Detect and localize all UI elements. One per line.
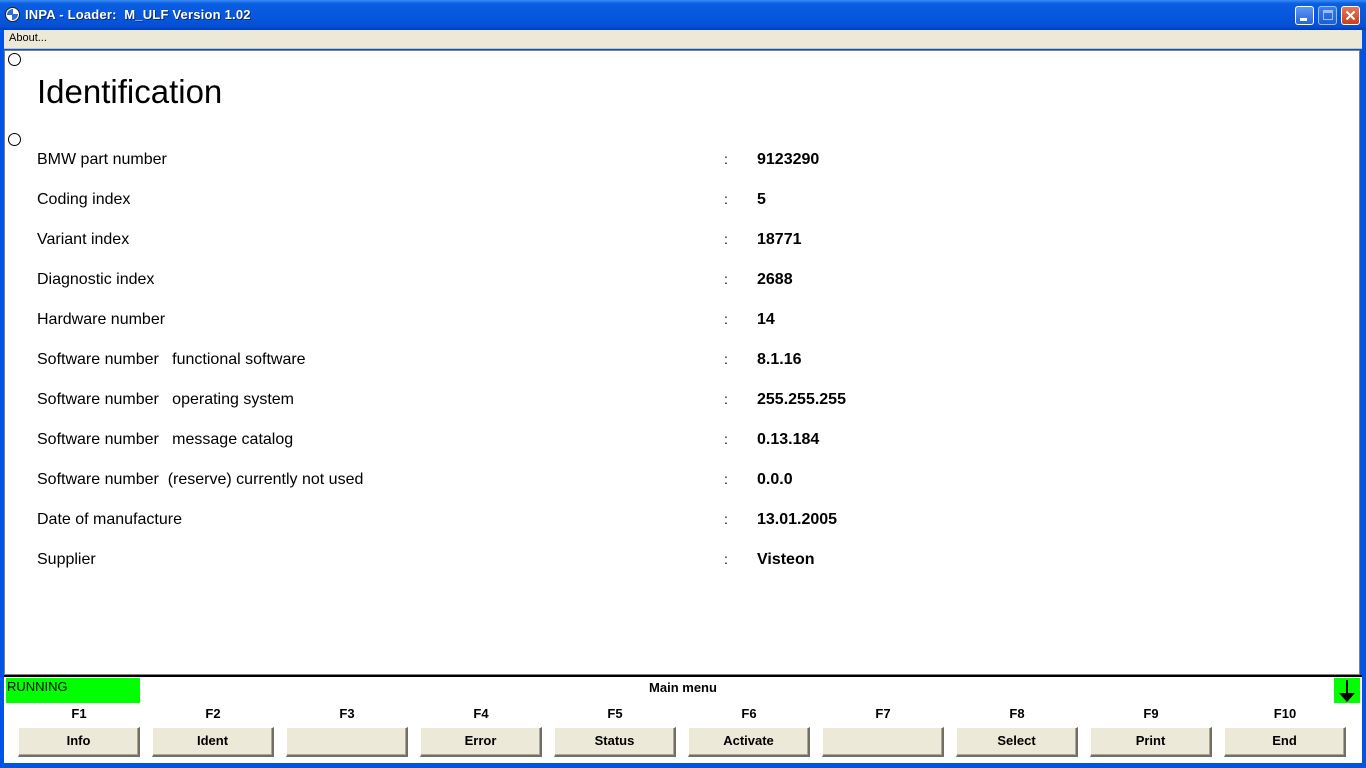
function-key-label: F2 bbox=[205, 706, 221, 721]
ident-label: Diagnostic index bbox=[37, 271, 155, 288]
close-icon bbox=[1345, 10, 1356, 21]
ident-value: 0.0.0 bbox=[757, 471, 793, 488]
ident-row: Coding index: 5 bbox=[5, 191, 1355, 215]
function-key-button-f3[interactable] bbox=[286, 727, 408, 757]
ident-row: Date of manufacture: 13.01.2005 bbox=[5, 511, 1355, 535]
ident-row: Software number (reserve) currently not … bbox=[5, 471, 1355, 495]
function-key-f2: F2 Ident bbox=[152, 703, 274, 761]
ident-row: Diagnostic index: 2688 bbox=[5, 271, 1355, 295]
ident-value: 2688 bbox=[757, 271, 793, 288]
ident-label: Software number message catalog bbox=[37, 431, 294, 448]
ident-row: Variant index: 18771 bbox=[5, 231, 1355, 255]
ident-label: Date of manufacture bbox=[37, 511, 182, 528]
ident-row: Software number operating system: 255.255… bbox=[5, 391, 1355, 415]
function-key-f8: F8 Select bbox=[956, 703, 1078, 761]
maximize-button[interactable] bbox=[1318, 6, 1337, 25]
ident-label: Software number operating system bbox=[37, 391, 295, 408]
ident-row: Software number message catalog: 0.13.184 bbox=[5, 431, 1355, 455]
function-key-f6: F6 Activate bbox=[688, 703, 810, 761]
bmw-logo-icon[interactable] bbox=[5, 7, 20, 22]
ident-label: Hardware number bbox=[37, 311, 166, 328]
title-bar[interactable]: INPA - Loader: M_ULF Version 1.02 bbox=[0, 0, 1366, 30]
ident-row: Hardware number: 14 bbox=[5, 311, 1355, 335]
function-key-button-f9[interactable]: Print bbox=[1090, 727, 1212, 757]
ident-value: 18771 bbox=[757, 231, 802, 248]
ident-row: Supplier: Visteon bbox=[5, 551, 1355, 575]
function-key-f4: F4 Error bbox=[420, 703, 542, 761]
ident-label: Coding index bbox=[37, 191, 131, 208]
ident-value: 255.255.255 bbox=[757, 391, 846, 408]
ident-separator: : bbox=[724, 231, 728, 247]
ident-separator: : bbox=[724, 431, 728, 447]
ident-label: Software number functional software bbox=[37, 351, 306, 368]
page-title: Identification bbox=[37, 73, 223, 110]
function-key-button-f5[interactable]: Status bbox=[554, 727, 676, 757]
function-key-label: F10 bbox=[1273, 706, 1297, 721]
ident-value: 13.01.2005 bbox=[757, 511, 838, 528]
menu-about[interactable]: About... bbox=[9, 32, 47, 44]
function-key-label: F4 bbox=[473, 706, 489, 721]
ident-value: 0.13.184 bbox=[757, 431, 820, 448]
function-key-button-f10[interactable]: End bbox=[1224, 727, 1346, 757]
ident-separator: : bbox=[724, 471, 728, 487]
function-key-f5: F5 Status bbox=[554, 703, 676, 761]
function-key-f7: F7 bbox=[822, 703, 944, 761]
function-key-label: F8 bbox=[1009, 706, 1025, 721]
function-key-button-f4[interactable]: Error bbox=[420, 727, 542, 757]
ident-value: 5 bbox=[757, 191, 766, 208]
function-key-label: F9 bbox=[1143, 706, 1159, 721]
arrow-down-icon bbox=[1339, 680, 1355, 702]
app-window: INPA - Loader: M_ULF Version 1.02 About.… bbox=[0, 0, 1366, 768]
ident-row: Software number functional software: 8.1.… bbox=[5, 351, 1355, 375]
ident-value: 9123290 bbox=[757, 151, 820, 168]
window-border bbox=[1362, 30, 1366, 768]
scroll-down-indicator[interactable] bbox=[1334, 678, 1360, 703]
radio-button-2[interactable] bbox=[8, 133, 21, 146]
ident-separator: : bbox=[724, 391, 728, 407]
ident-label: Variant index bbox=[37, 231, 130, 248]
function-key-button-f1[interactable]: Info bbox=[18, 727, 140, 757]
function-key-f1: F1 Info bbox=[18, 703, 140, 761]
function-key-button-f7[interactable] bbox=[822, 727, 944, 757]
function-key-f9: F9 Print bbox=[1090, 703, 1212, 761]
ident-value: 8.1.16 bbox=[757, 351, 802, 368]
menu-bar: About... bbox=[4, 30, 1362, 49]
ident-value: Visteon bbox=[757, 551, 815, 568]
ident-separator: : bbox=[724, 351, 728, 367]
function-key-panel: RUNNING Main menu F1 Info F2 Ident F3 F4 Error… bbox=[4, 675, 1362, 763]
ident-value: 14 bbox=[757, 311, 775, 328]
ident-separator: : bbox=[724, 151, 728, 167]
menu-caption: Main menu bbox=[649, 680, 717, 695]
ident-row: BMW part number: 9123290 bbox=[5, 151, 1355, 175]
function-key-label: F6 bbox=[741, 706, 757, 721]
content-area: Identification BMW part number: 9123290 Co… bbox=[4, 50, 1360, 675]
ident-separator: : bbox=[724, 551, 728, 567]
minimize-button[interactable] bbox=[1295, 6, 1314, 25]
close-button[interactable] bbox=[1341, 6, 1360, 25]
function-key-f10: F10 End bbox=[1224, 703, 1346, 761]
function-key-label: F7 bbox=[875, 706, 891, 721]
function-key-label: F3 bbox=[339, 706, 355, 721]
ident-label: BMW part number bbox=[37, 151, 167, 168]
function-key-button-f8[interactable]: Select bbox=[956, 727, 1078, 757]
minimize-icon bbox=[1300, 18, 1307, 21]
ident-separator: : bbox=[724, 191, 728, 207]
function-key-button-f2[interactable]: Ident bbox=[152, 727, 274, 757]
window-title: INPA - Loader: M_ULF Version 1.02 bbox=[25, 7, 251, 22]
ident-label: Software number (reserve) currently not … bbox=[37, 471, 364, 488]
ident-label: Supplier bbox=[37, 551, 96, 568]
radio-button-1[interactable] bbox=[8, 53, 21, 66]
ident-separator: : bbox=[724, 511, 728, 527]
ident-separator: : bbox=[724, 271, 728, 287]
function-key-f3: F3 bbox=[286, 703, 408, 761]
ident-separator: : bbox=[724, 311, 728, 327]
function-key-label: F1 bbox=[71, 706, 87, 721]
function-key-button-f6[interactable]: Activate bbox=[688, 727, 810, 757]
maximize-icon bbox=[1323, 10, 1333, 20]
function-key-label: F5 bbox=[607, 706, 623, 721]
